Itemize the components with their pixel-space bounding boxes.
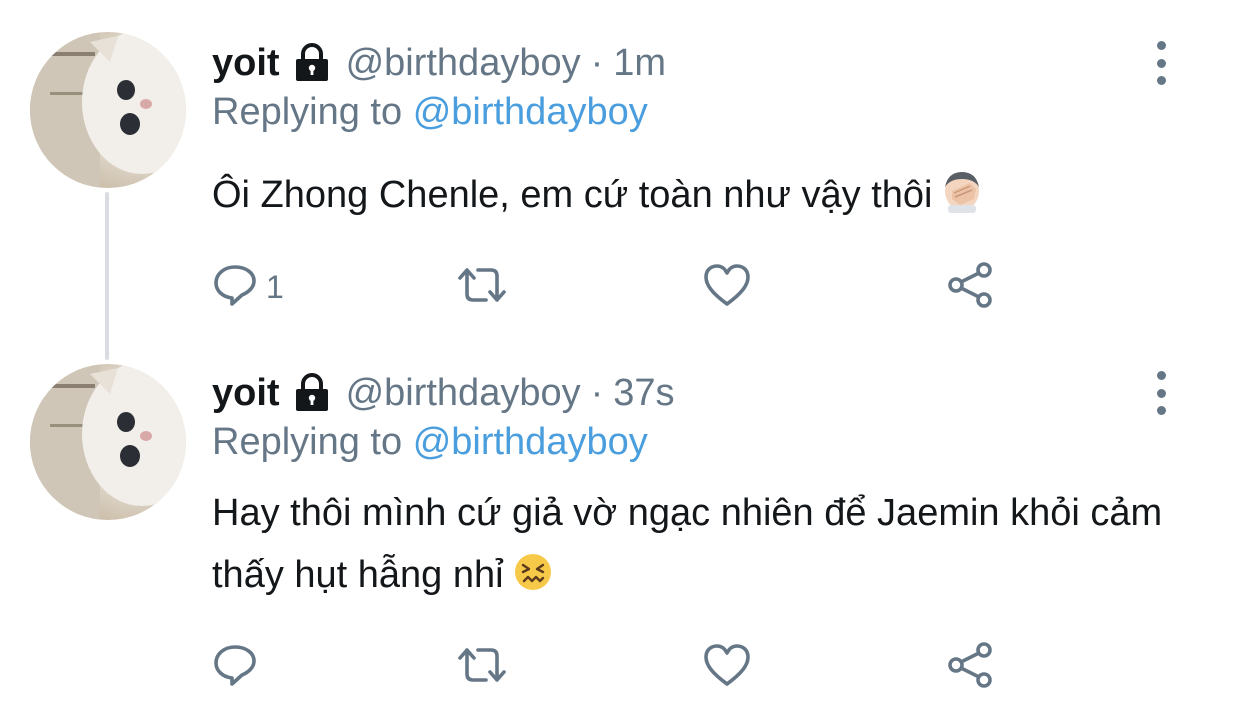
retweet-icon bbox=[454, 262, 510, 313]
share-button[interactable] bbox=[946, 640, 996, 695]
confounded-face-emoji bbox=[512, 550, 554, 612]
retweet-button[interactable] bbox=[454, 642, 510, 692]
like-button[interactable] bbox=[702, 262, 752, 312]
user-handle[interactable]: @birthdayboy bbox=[346, 41, 581, 85]
display-name[interactable]: yoit bbox=[212, 371, 280, 415]
share-icon bbox=[946, 640, 996, 695]
reply-bubble-icon bbox=[212, 642, 258, 693]
heart-icon bbox=[702, 642, 752, 693]
tweet-header: yoit @birthdayboy · 1m bbox=[212, 41, 666, 85]
heart-icon bbox=[702, 262, 752, 313]
replying-to-line: Replying to @birthdayboy bbox=[212, 90, 648, 134]
avatar[interactable] bbox=[30, 32, 186, 188]
separator-dot: · bbox=[590, 42, 604, 84]
tweet[interactable]: yoit @birthdayboy · 37s Replying to @bir… bbox=[0, 340, 1242, 716]
share-icon bbox=[946, 260, 996, 315]
tweet-actions bbox=[212, 640, 1032, 695]
separator-dot: · bbox=[590, 372, 604, 414]
display-name[interactable]: yoit bbox=[212, 41, 280, 85]
lock-icon bbox=[292, 373, 332, 413]
avatar[interactable] bbox=[30, 364, 186, 520]
replying-mention-link[interactable]: @birthdayboy bbox=[413, 91, 648, 133]
reply-count: 1 bbox=[266, 268, 284, 305]
tweet-text: Ôi Zhong Chenle, em cứ toàn như vậy thôi bbox=[212, 164, 1172, 232]
user-handle[interactable]: @birthdayboy bbox=[346, 371, 581, 415]
reply-bubble-icon bbox=[212, 262, 258, 313]
retweet-icon bbox=[454, 642, 510, 693]
timestamp[interactable]: 1m bbox=[613, 41, 666, 85]
tweet-text-content: Ôi Zhong Chenle, em cứ toàn như vậy thôi bbox=[212, 174, 933, 216]
share-button[interactable] bbox=[946, 260, 996, 315]
reply-button[interactable] bbox=[212, 642, 266, 692]
lock-icon bbox=[292, 43, 332, 83]
tweet-header: yoit @birthdayboy · 37s bbox=[212, 371, 675, 415]
reply-button[interactable]: 1 bbox=[212, 262, 284, 312]
face-palm-emoji bbox=[940, 169, 984, 232]
tweet[interactable]: yoit @birthdayboy · 1m Replying to @birt… bbox=[0, 0, 1242, 340]
more-vertical-icon[interactable] bbox=[1146, 371, 1176, 415]
replying-prefix: Replying to bbox=[212, 421, 403, 463]
more-vertical-icon[interactable] bbox=[1146, 41, 1176, 85]
replying-to-line: Replying to @birthdayboy bbox=[212, 420, 648, 464]
timestamp[interactable]: 37s bbox=[613, 371, 674, 415]
like-button[interactable] bbox=[702, 642, 752, 692]
tweet-text-content: Hay thôi mình cứ giả vờ ngạc nhiên để Ja… bbox=[212, 492, 1163, 596]
retweet-button[interactable] bbox=[454, 262, 510, 312]
replying-mention-link[interactable]: @birthdayboy bbox=[413, 421, 648, 463]
tweet-text: Hay thôi mình cứ giả vờ ngạc nhiên để Ja… bbox=[212, 482, 1172, 612]
replying-prefix: Replying to bbox=[212, 91, 403, 133]
tweet-actions: 1 bbox=[212, 260, 1032, 315]
